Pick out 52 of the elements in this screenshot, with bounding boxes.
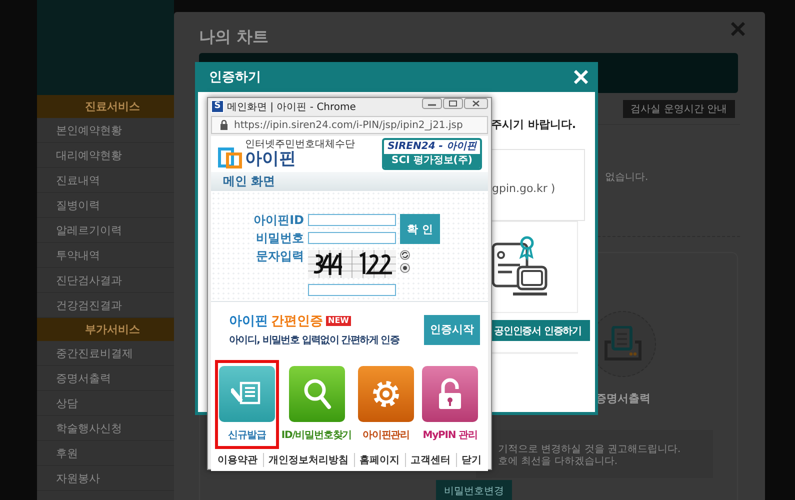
print-label: 증명서출력 — [596, 391, 650, 406]
certificate-auth-button[interactable]: 공인인증서 인증하기 — [491, 320, 590, 341]
field-label: 아이핀ID — [252, 214, 304, 226]
url-text: https://ipin.siren24.com/i-PIN/jsp/ipin2_j21.jsp — [234, 120, 463, 130]
padlock-icon — [437, 378, 463, 410]
refresh-icon[interactable] — [400, 250, 410, 260]
footer-link[interactable]: 개인정보처리방침 — [262, 453, 354, 467]
notice-line: 호에 최선을 다하겠습니다. — [498, 456, 619, 468]
dialog-title: 인증하기 — [209, 69, 261, 86]
modal-title: 나의 차트 — [199, 27, 269, 48]
close-icon[interactable] — [464, 98, 488, 109]
footer-link[interactable]: 홈페이지 — [354, 453, 404, 467]
footer-link[interactable]: 닫기 — [456, 453, 486, 467]
gear-icon — [370, 378, 402, 410]
badge-text: SCI 평가정보(주) — [384, 154, 480, 168]
password-input-field[interactable] — [308, 232, 396, 244]
instruction-text: 주시기 바랍니다. — [491, 117, 578, 132]
search-icon — [302, 378, 332, 410]
site-address-text: gpin.go.kr ) — [492, 182, 556, 195]
captcha-input-field[interactable] — [308, 284, 396, 296]
footer-link[interactable]: 고객센터 — [404, 453, 456, 467]
certificate-computer-icon — [492, 236, 548, 298]
menu-tile[interactable]: 신규발급 — [215, 360, 279, 449]
address-bar[interactable]: https://ipin.siren24.com/i-PIN/jsp/ipin2_j21.jsp — [211, 116, 488, 134]
lock-icon — [220, 120, 228, 130]
schedule-button[interactable]: 검사실 운영시간 안내 — [622, 100, 735, 118]
start-auth-button[interactable]: 인증시작 — [424, 314, 480, 344]
easy-auth-brand: 아이핀 — [229, 313, 268, 330]
field-label: 문자입력 — [255, 250, 304, 262]
dot-circle-icon[interactable] — [400, 263, 410, 273]
menu-tile[interactable]: ID/비밀번호찾기 — [279, 360, 354, 449]
password-change-button[interactable]: 비밀번호변경 — [436, 480, 512, 500]
badge-text: SIREN24 - 아이핀 — [386, 140, 478, 154]
easy-auth-description: 아이디, 비밀번호 입력없이 간편하게 인증 — [229, 334, 400, 347]
sidebar-section-header: 부가서비스 — [37, 318, 174, 341]
restore-icon[interactable] — [443, 98, 463, 109]
footer-link[interactable]: 이용약관 — [212, 453, 262, 467]
minimize-icon[interactable] — [422, 98, 442, 109]
logo-tagline: 인터넷주민번호대체수단 — [245, 139, 355, 150]
field-label: 비밀번호 — [255, 232, 304, 244]
section-title: 메인 화면 — [223, 173, 276, 190]
sidebar-section-header: 진료서비스 — [37, 95, 174, 118]
notice-line: 기적으로 변경하실 것을 권고해드립니다. — [498, 444, 682, 456]
new-badge: NEW — [326, 316, 351, 326]
app-icon: S — [211, 100, 224, 113]
easy-auth-title: 간편인증 — [271, 313, 323, 330]
id-input-field[interactable] — [308, 214, 396, 226]
confirm-button[interactable]: 확 인 — [400, 214, 440, 244]
logo-icon — [218, 147, 242, 169]
window-title: 메인화면 | 아이핀 - Chrome — [227, 100, 356, 114]
logo-text: 아이핀 — [245, 150, 297, 169]
notice-text: 없습니다. — [605, 172, 648, 184]
